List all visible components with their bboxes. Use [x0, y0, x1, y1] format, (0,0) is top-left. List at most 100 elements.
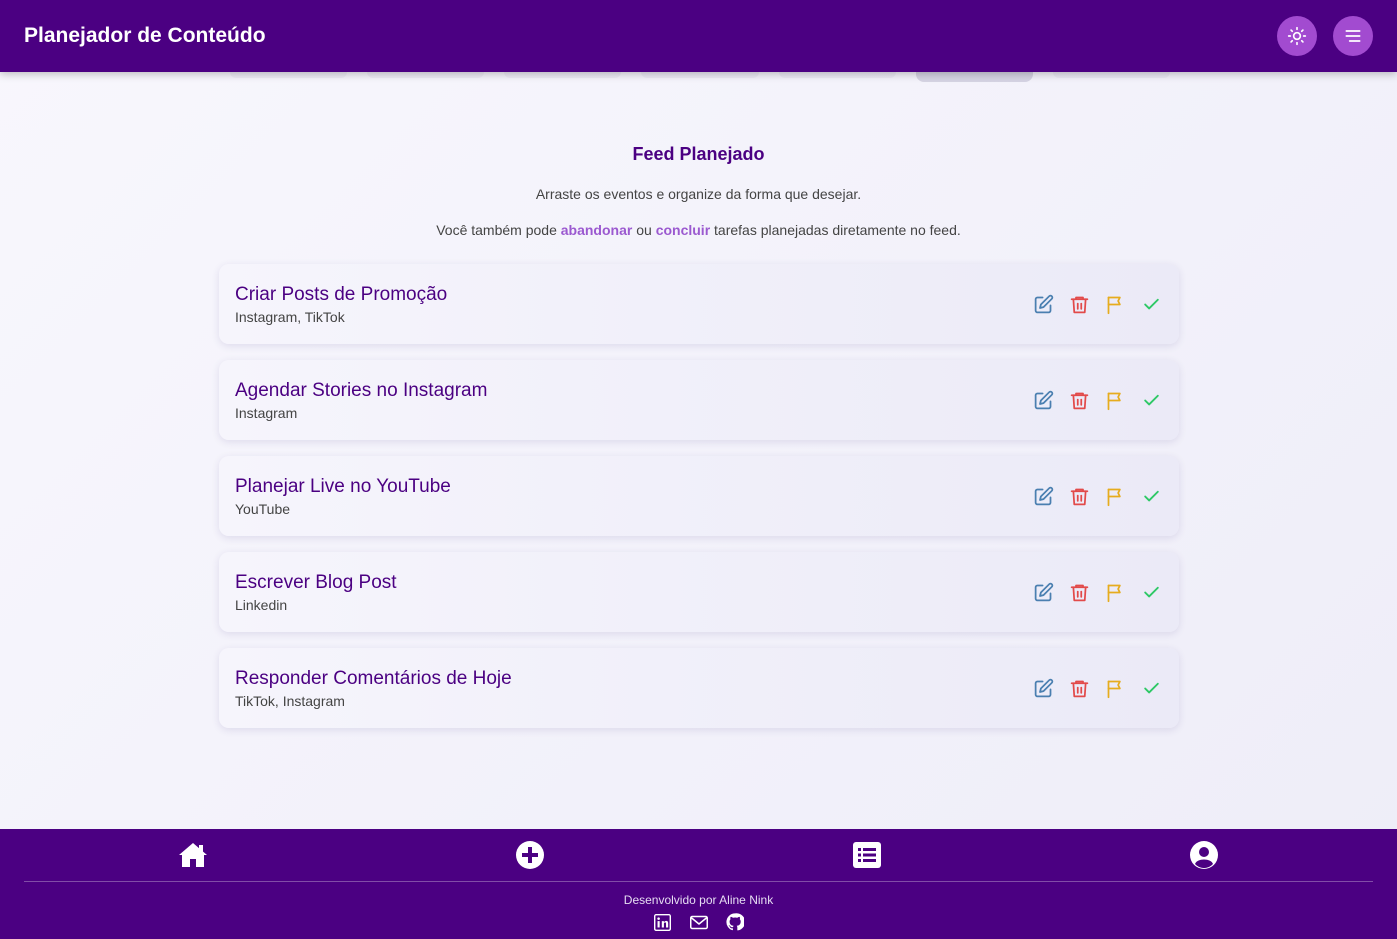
page-title: Feed Planejado — [632, 144, 765, 164]
flag-icon — [1107, 296, 1121, 314]
edit-button[interactable] — [1031, 388, 1055, 412]
feed-hint: Você também pode abandonar ou concluir t… — [0, 222, 1397, 238]
card-title: Responder Comentários de Hoje — [235, 668, 512, 689]
user-circle-icon — [1190, 841, 1219, 869]
abandon-button[interactable] — [1103, 484, 1127, 508]
card-platforms: Instagram, TikTok — [235, 309, 345, 325]
abandon-button[interactable] — [1103, 388, 1127, 412]
card-info: Responder Comentários de Hoje TikTok, In… — [235, 667, 512, 709]
card-info: Criar Posts de Promoção Instagram, TikTo… — [235, 283, 447, 325]
hint-abandon: abandonar — [560, 222, 633, 238]
card-platforms: Instagram — [235, 405, 298, 421]
email-link[interactable] — [689, 913, 708, 931]
card-platforms: TikTok, Instagram — [235, 693, 345, 709]
feed-list: Criar Posts de Promoção Instagram, TikTo… — [219, 264, 1179, 744]
edit-button[interactable] — [1031, 676, 1055, 700]
github-link[interactable] — [725, 913, 744, 931]
nav-list[interactable] — [851, 839, 883, 871]
feed-card[interactable]: Criar Posts de Promoção Instagram, TikTo… — [219, 264, 1179, 344]
bottom-nav — [24, 829, 1373, 882]
nav-profile[interactable] — [1188, 839, 1220, 871]
feed-card[interactable]: Escrever Blog Post Linkedin — [219, 552, 1179, 632]
edit-icon — [1034, 582, 1053, 601]
flag-icon — [1107, 584, 1121, 602]
social-links — [0, 913, 1397, 931]
card-actions — [1031, 484, 1163, 508]
list-icon — [853, 842, 882, 868]
check-icon — [1143, 298, 1159, 309]
trash-icon — [1070, 296, 1088, 313]
delete-button[interactable] — [1067, 388, 1091, 412]
check-icon — [1143, 586, 1159, 597]
hint-after: tarefas planejadas diretamente no feed. — [710, 222, 961, 238]
complete-button[interactable] — [1139, 388, 1163, 412]
delete-button[interactable] — [1067, 292, 1091, 316]
app-title: Planejador de Conteúdo — [24, 24, 266, 47]
card-actions — [1031, 676, 1163, 700]
home-icon — [178, 843, 207, 867]
menu-icon — [1345, 30, 1361, 42]
complete-button[interactable] — [1139, 484, 1163, 508]
linkedin-link[interactable] — [654, 913, 672, 931]
feed-card[interactable]: Responder Comentários de Hoje TikTok, In… — [219, 648, 1179, 728]
feed-description: Arraste os eventos e organize da forma q… — [535, 186, 862, 202]
flag-icon — [1107, 680, 1121, 698]
hint-middle: ou — [632, 222, 656, 238]
delete-button[interactable] — [1067, 484, 1091, 508]
mail-icon — [689, 915, 708, 929]
edit-icon — [1034, 390, 1053, 409]
sun-icon — [1287, 26, 1307, 46]
github-icon — [725, 913, 744, 931]
card-title: Agendar Stories no Instagram — [235, 380, 488, 401]
top-bar: Planejador de Conteúdo — [0, 0, 1397, 72]
main-content: Feed Planejado Arraste os eventos e orga… — [0, 72, 1397, 829]
check-icon — [1143, 682, 1159, 693]
footer: Desenvolvido por Aline Nink — [0, 829, 1397, 939]
abandon-button[interactable] — [1103, 676, 1127, 700]
trash-icon — [1070, 584, 1088, 601]
abandon-button[interactable] — [1103, 292, 1127, 316]
card-info: Escrever Blog Post Linkedin — [235, 571, 397, 613]
trash-icon — [1070, 680, 1088, 697]
card-title: Planejar Live no YouTube — [235, 476, 451, 497]
card-info: Agendar Stories no Instagram Instagram — [235, 379, 487, 421]
complete-button[interactable] — [1139, 580, 1163, 604]
hint-complete: concluir — [655, 222, 711, 238]
check-icon — [1143, 394, 1159, 405]
edit-icon — [1034, 294, 1053, 313]
delete-button[interactable] — [1067, 580, 1091, 604]
complete-button[interactable] — [1139, 676, 1163, 700]
card-platforms: YouTube — [235, 501, 291, 517]
card-title: Escrever Blog Post — [235, 572, 397, 593]
abandon-button[interactable] — [1103, 580, 1127, 604]
edit-icon — [1034, 486, 1053, 505]
complete-button[interactable] — [1139, 292, 1163, 316]
theme-toggle-button[interactable] — [1277, 16, 1317, 56]
footer-credit: Desenvolvido por Aline Nink — [623, 893, 774, 907]
menu-button[interactable] — [1333, 16, 1373, 56]
plus-circle-icon — [515, 841, 544, 869]
delete-button[interactable] — [1067, 676, 1091, 700]
nav-home[interactable] — [177, 839, 209, 871]
card-actions — [1031, 580, 1163, 604]
edit-button[interactable] — [1031, 580, 1055, 604]
card-actions — [1031, 292, 1163, 316]
card-info: Planejar Live no YouTube YouTube — [235, 475, 451, 517]
feed-card[interactable]: Agendar Stories no Instagram Instagram — [219, 360, 1179, 440]
edit-icon — [1034, 678, 1053, 697]
edit-button[interactable] — [1031, 484, 1055, 508]
trash-icon — [1070, 392, 1088, 409]
card-actions — [1031, 388, 1163, 412]
flag-icon — [1107, 488, 1121, 506]
check-icon — [1143, 490, 1159, 501]
feed-card[interactable]: Planejar Live no YouTube YouTube — [219, 456, 1179, 536]
hint-before: Você também pode — [436, 222, 561, 238]
trash-icon — [1070, 488, 1088, 505]
linkedin-icon — [654, 913, 671, 931]
flag-icon — [1107, 392, 1121, 410]
top-actions — [1277, 16, 1373, 56]
edit-button[interactable] — [1031, 292, 1055, 316]
card-platforms: Linkedin — [235, 597, 288, 613]
nav-add[interactable] — [514, 839, 546, 871]
card-title: Criar Posts de Promoção — [235, 284, 448, 305]
